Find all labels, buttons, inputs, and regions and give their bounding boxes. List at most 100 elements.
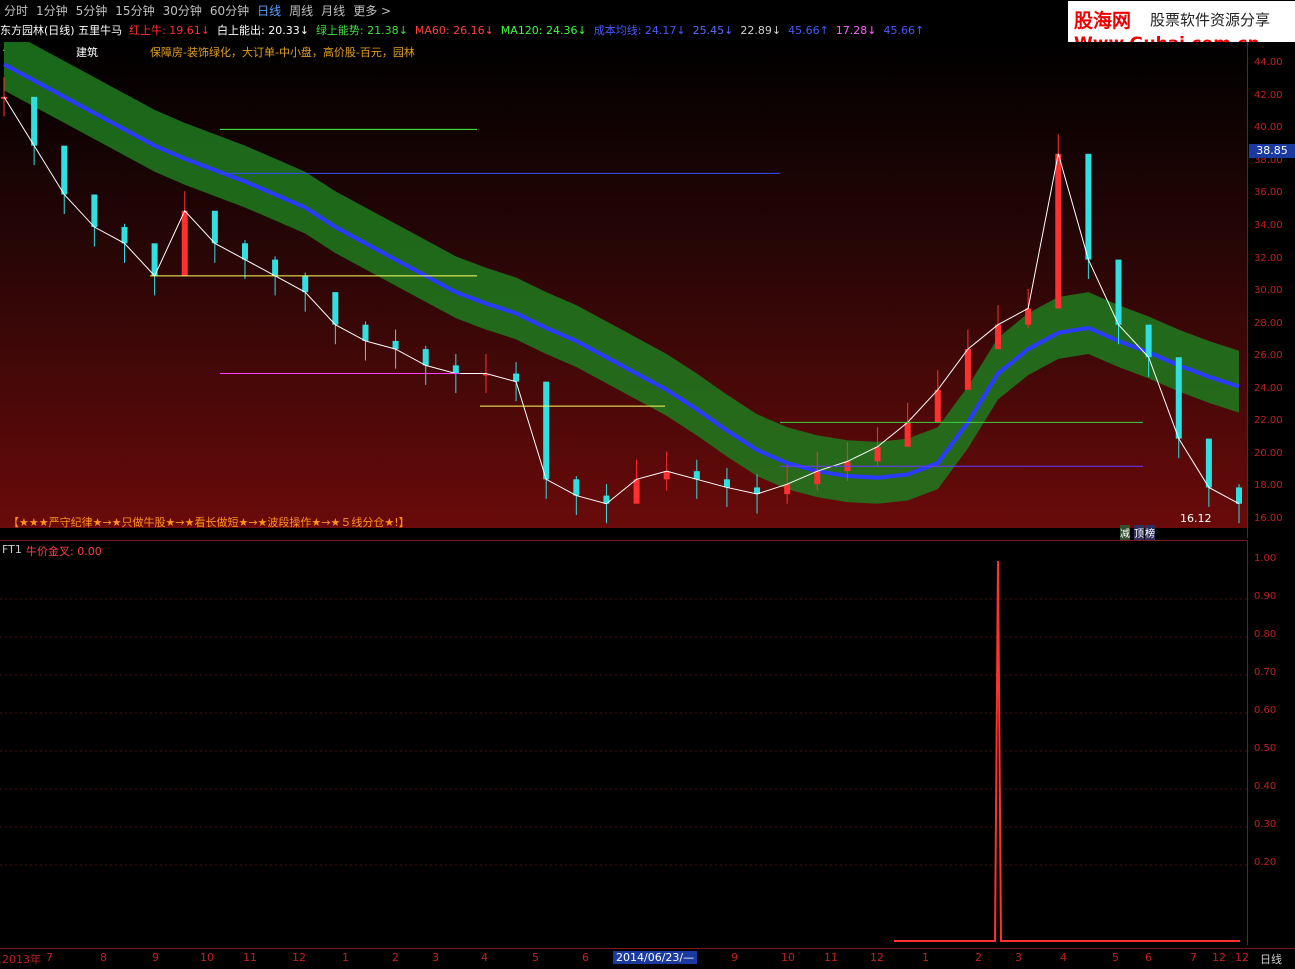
logo-name: 股海网	[1074, 10, 1132, 32]
indicator-readout-2: 绿上能势: 21.38↓	[315, 24, 408, 37]
date-axis-tick: 8	[100, 951, 107, 964]
indicator-axis: 1.00 0.90 0.80 0.70 0.60 0.50 0.40 0.30 0.20	[1247, 540, 1295, 945]
price-bar-37	[1115, 259, 1122, 325]
price-bar-8	[241, 243, 248, 260]
price-bar-18	[543, 381, 550, 480]
price-bar-40	[1205, 438, 1212, 488]
period-tab-6[interactable]: 日线	[253, 2, 285, 19]
indicator-readout-1: 白上能出: 20.33↓	[217, 24, 309, 37]
price-bar-4	[121, 227, 128, 244]
date-axis-tick: 12	[292, 951, 306, 964]
indicator-info-bar: 东方园林(日线) 五里牛马 红上牛: 19.61↓ 白上能出: 20.33↓ 绿上能…	[0, 21, 1070, 39]
price-bar-1	[31, 96, 38, 146]
date-axis-tick: 5	[532, 951, 539, 964]
period-tab-3[interactable]: 15分钟	[111, 2, 158, 19]
indicator-axis-tick: 0.30	[1254, 819, 1277, 830]
price-axis-tick: 26.00	[1254, 350, 1283, 362]
price-bar-34	[1025, 308, 1032, 325]
price-bar-23	[693, 471, 700, 480]
date-axis-tick: 7	[1190, 951, 1197, 964]
indicator-axis-tick: 0.40	[1254, 781, 1277, 792]
price-bar-3	[91, 194, 98, 228]
current-price-marker: 38.85	[1249, 144, 1295, 158]
price-bar-32	[964, 349, 971, 390]
small-tag-reduce: 减	[1120, 525, 1130, 540]
date-axis-tick: 10	[200, 951, 214, 964]
indicator-panel[interactable]: FT1 牛价金叉: 0.00	[0, 540, 1247, 946]
price-bar-14	[422, 349, 429, 366]
stock-title: 东方园林(日线) 五里牛马	[0, 24, 123, 37]
date-axis: 2013年 7 8 9 10 11 12 1 2 3 4 5 6 2014/06/23/— 9 10 11 12 1…	[0, 948, 1295, 969]
price-bar-7	[211, 210, 218, 244]
date-axis-tick: 6	[582, 951, 589, 964]
price-bar-6	[181, 210, 188, 276]
date-axis-tick: 4	[481, 951, 488, 964]
date-axis-tick: 1	[1235, 951, 1242, 964]
date-axis-tick: 2	[975, 951, 982, 964]
date-axis-tick: 12	[870, 951, 884, 964]
price-bar-13	[392, 340, 399, 350]
low-price-marker: 16.12	[1180, 512, 1212, 525]
date-axis-tick: 3	[1015, 951, 1022, 964]
indicator-axis-tick: 0.50	[1254, 743, 1277, 754]
date-axis-tick: 1	[922, 951, 929, 964]
date-axis-tick: 2014/06/23/—	[613, 951, 698, 964]
price-axis-tick: 16.00	[1254, 513, 1283, 524]
price-bar-19	[573, 479, 580, 496]
period-tab-5[interactable]: 60分钟	[206, 2, 253, 19]
date-axis-tick: 1	[342, 951, 349, 964]
date-axis-tick: 10	[781, 951, 795, 964]
price-bar-17	[513, 373, 520, 382]
price-bar-27	[814, 471, 821, 485]
date-axis-tick: 2	[392, 951, 399, 964]
price-bar-41	[1236, 487, 1242, 504]
indicator-readout-3: MA60: 26.16↓	[414, 23, 494, 37]
price-bar-10	[302, 275, 309, 293]
sector-label: 建筑	[76, 46, 98, 59]
chart-name-label: ·	[2, 44, 6, 57]
logo-slogan: 股票软件资源分享	[1150, 11, 1271, 29]
indicator-readout-10: 45.66↑	[883, 23, 925, 37]
price-bar-39	[1175, 357, 1182, 439]
period-label[interactable]: 日线	[1260, 951, 1282, 967]
price-axis-tick: 36.00	[1254, 187, 1283, 199]
period-tab-7[interactable]: 周线	[285, 2, 317, 19]
price-bar-11	[332, 292, 339, 325]
date-axis-tick: 2013年	[2, 953, 41, 966]
period-tab-2[interactable]: 5分钟	[72, 2, 112, 19]
price-bar-24	[723, 479, 730, 488]
indicator-axis-tick: 0.20	[1254, 857, 1277, 868]
price-axis-tick: 40.00	[1254, 122, 1283, 134]
price-bar-33	[995, 324, 1002, 350]
date-axis-tick: 11	[243, 951, 257, 964]
date-axis-tick: 7	[46, 951, 53, 964]
price-bar-2	[61, 145, 68, 195]
price-axis-tick: 44.00	[1254, 57, 1283, 69]
price-bar-15	[452, 365, 459, 374]
price-bar-12	[362, 324, 369, 341]
period-tab-8[interactable]: 月线	[317, 2, 349, 19]
price-axis-tick: 34.00	[1254, 220, 1283, 232]
price-axis-tick: 28.00	[1254, 317, 1283, 329]
price-axis-tick: 22.00	[1254, 415, 1283, 427]
indicator-readout-7: 22.89↓	[740, 23, 782, 37]
indicator-plot	[0, 560, 1247, 942]
indicator-readout-5: 成本均线: 24.17↓	[593, 24, 686, 37]
period-tab-4[interactable]: 30分钟	[159, 2, 206, 19]
period-tab-0[interactable]: 分时	[0, 2, 32, 19]
period-tab-1[interactable]: 1分钟	[32, 2, 72, 19]
date-axis-tick: 12	[1212, 951, 1226, 964]
price-axis-tick: 30.00	[1254, 285, 1283, 297]
main-price-chart[interactable]	[0, 42, 1247, 538]
price-bar-36	[1085, 153, 1092, 260]
price-bar-9	[272, 259, 279, 276]
indicator-axis-tick: 1.00	[1254, 553, 1277, 564]
indicator-axis-tick: 0.60	[1254, 705, 1277, 716]
indicator-readout-9: 17.28↓	[835, 23, 877, 37]
price-bar-21	[633, 479, 640, 504]
small-tag-top: 顶	[1134, 525, 1144, 540]
price-bar-38	[1145, 324, 1152, 358]
date-axis-tick: 9	[731, 951, 738, 964]
price-bar-35	[1055, 153, 1062, 309]
period-tab-9[interactable]: 更多 >	[349, 2, 395, 19]
